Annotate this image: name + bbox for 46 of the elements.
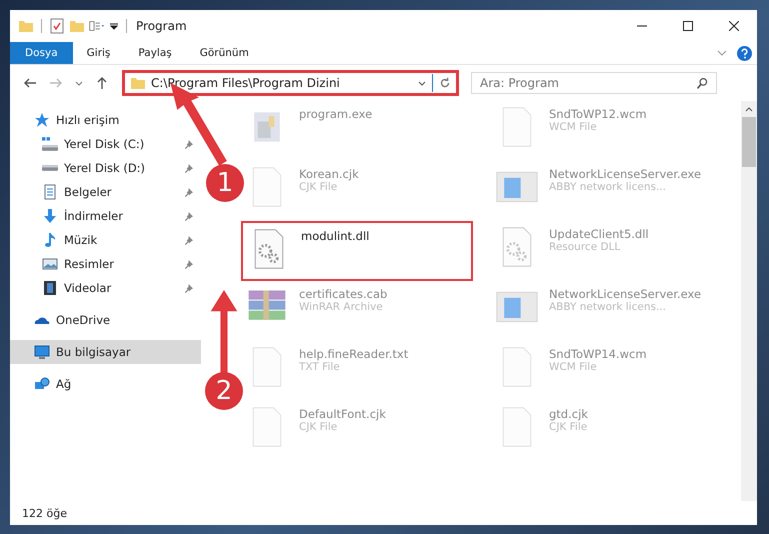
window-title: Program [136,19,187,33]
item-count: 122 öğe [22,506,67,520]
pin-icon[interactable] [184,140,193,148]
sidebar-item[interactable]: Resimler [10,252,201,276]
network-icon [34,376,50,392]
pin-icon[interactable] [184,260,193,268]
search-field[interactable]: Ara: Program [471,72,717,94]
drive-icon [42,136,58,152]
ribbon-tab[interactable]: Paylaş [124,42,186,64]
sidebar-item[interactable]: Yerel Disk (D:) [10,156,201,180]
pin-icon[interactable] [184,188,193,196]
star-icon [34,112,50,128]
music-note-icon [42,232,58,248]
film-icon [42,280,58,296]
pin-icon[interactable] [184,212,193,220]
properties-checkmark-icon[interactable] [49,18,65,34]
vertical-scrollbar[interactable] [741,101,757,501]
help-icon[interactable] [737,46,752,60]
sidebar-item[interactable]: Yerel Disk (C:) [10,132,201,156]
file-item[interactable]: modulint.dll [241,221,473,281]
address-bar[interactable]: C:\Program Files\Program Dizini [122,70,459,96]
scrollbar-thumb[interactable] [742,117,756,167]
dropdown-caret-icon[interactable] [109,21,119,31]
maximize-icon [683,21,693,31]
pin-icon[interactable] [184,284,193,292]
monitor-icon [34,344,50,360]
pin-icon[interactable] [184,164,193,172]
sidebar-item[interactable]: Hızlı erişim [10,108,128,132]
picture-icon [42,256,58,272]
search-icon[interactable] [696,77,709,90]
sidebar-item[interactable]: OneDrive [10,308,118,332]
sidebar-item[interactable]: Ağ [10,372,80,396]
ribbon-tab[interactable]: Görünüm [186,42,263,64]
sidebar-item[interactable]: Müzik [10,228,201,252]
sidebar-item[interactable]: Belgeler [10,180,201,204]
pin-icon[interactable] [184,236,193,244]
sidebar-item[interactable]: Videolar [10,276,201,300]
sidebar-item[interactable]: İndirmeler [10,204,201,228]
close-icon [729,21,739,31]
ribbon-tab[interactable]: Giriş [72,42,124,64]
document-icon [42,184,58,200]
expand-chevron-icon[interactable] [717,48,727,58]
sidebar-item[interactable]: Bu bilgisayar [10,340,201,364]
ribbon-tab[interactable]: Dosya [10,42,73,64]
download-arrow-icon [42,208,58,224]
drive-icon [42,165,58,171]
